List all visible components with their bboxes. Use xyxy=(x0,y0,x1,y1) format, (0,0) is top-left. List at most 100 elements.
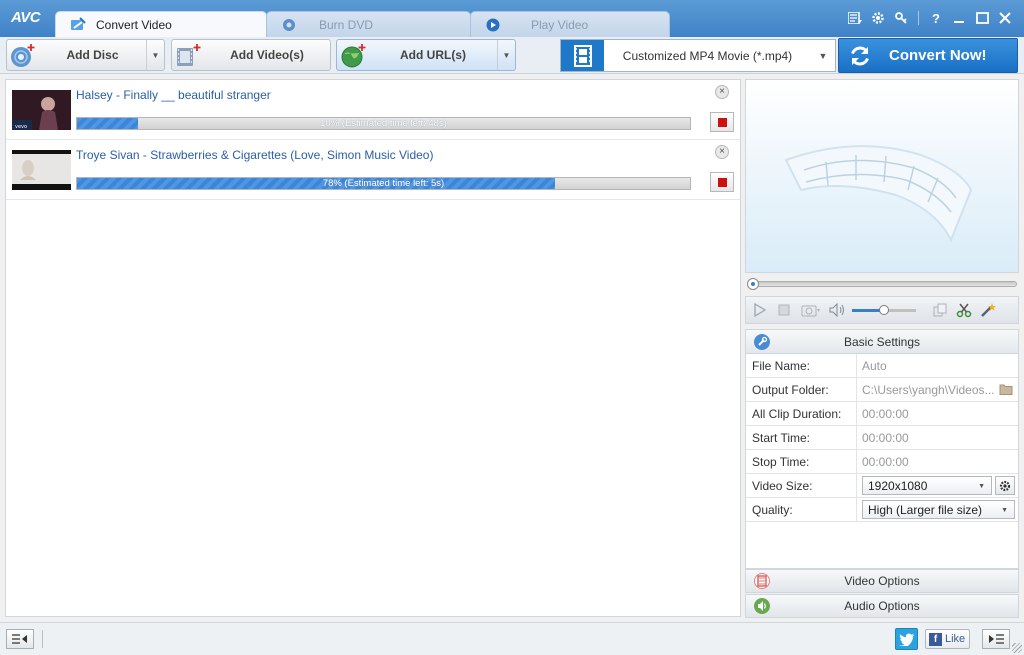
setting-row-file-name: File Name: Auto xyxy=(746,354,1018,378)
volume-handle[interactable] xyxy=(879,305,889,315)
add-url-button[interactable]: Add URL(s) ▼ xyxy=(336,39,516,71)
wrench-icon xyxy=(754,334,770,350)
progress-bar: 78% (Estimated time left: 5s) xyxy=(76,177,691,190)
setting-value: 00:00:00 xyxy=(862,454,909,469)
collapse-right-icon xyxy=(989,634,1004,644)
camera-icon[interactable] xyxy=(796,298,826,322)
tab-convert-video[interactable]: Convert Video xyxy=(55,11,267,37)
setting-row-start-time: Start Time: 00:00:00 xyxy=(746,426,1018,450)
key-icon[interactable] xyxy=(892,9,910,27)
file-name-field[interactable]: Auto xyxy=(857,354,1018,377)
tab-burn-dvd[interactable]: Burn DVD xyxy=(266,11,471,37)
setting-value: Auto xyxy=(862,358,887,373)
chevron-down-icon[interactable]: ▼ xyxy=(146,40,164,70)
basic-settings-header[interactable]: Basic Settings xyxy=(746,330,1018,354)
help-icon[interactable]: ? xyxy=(927,9,945,27)
video-options-header[interactable]: Video Options xyxy=(745,569,1019,593)
setting-label: Quality: xyxy=(746,498,857,521)
clip-duration-value: 00:00:00 xyxy=(857,402,1018,425)
like-label: Like xyxy=(945,633,966,645)
volume-slider[interactable] xyxy=(852,298,918,322)
gear-icon[interactable] xyxy=(869,9,887,27)
refresh-icon xyxy=(839,44,881,68)
globe-icon xyxy=(337,40,369,70)
audio-options-title: Audio Options xyxy=(844,599,920,613)
gear-icon xyxy=(999,480,1011,491)
film-icon xyxy=(561,40,604,71)
seek-bar[interactable] xyxy=(745,278,1019,290)
facebook-like-button[interactable]: f Like xyxy=(925,629,970,649)
add-videos-button[interactable]: Add Video(s) xyxy=(171,39,331,71)
chevron-down-icon[interactable]: ▼ xyxy=(811,51,835,61)
stop-time-field[interactable]: 00:00:00 xyxy=(857,450,1018,473)
title-bar: AVC Convert Video Burn DVD Play Video ? xyxy=(0,0,1024,37)
speaker-icon xyxy=(754,598,770,614)
scissors-icon[interactable] xyxy=(952,298,976,322)
setting-row-clip-duration: All Clip Duration: 00:00:00 xyxy=(746,402,1018,426)
video-size-select[interactable]: 1920x1080 ▼ xyxy=(862,476,992,495)
output-format-select[interactable]: Customized MP4 Movie (*.mp4) ▼ xyxy=(560,39,836,72)
video-size-settings-button[interactable] xyxy=(995,476,1015,495)
setting-row-output-folder: Output Folder: C:\Users\yangh\Videos... xyxy=(746,378,1018,402)
progress-text: 10% (Estimated time left: 48s) xyxy=(320,118,447,129)
video-thumbnail: vevo xyxy=(12,90,71,130)
tab-play-video[interactable]: Play Video xyxy=(470,11,670,37)
chevron-down-icon[interactable]: ▼ xyxy=(497,40,515,70)
stop-button[interactable] xyxy=(710,112,734,132)
setting-value: 1920x1080 xyxy=(868,478,928,493)
setting-label: Video Size: xyxy=(746,474,857,497)
quality-cell: High (Larger file size) ▼ xyxy=(857,498,1018,521)
seek-handle[interactable] xyxy=(747,278,759,290)
play-icon[interactable] xyxy=(748,298,772,322)
list-item[interactable]: vevo Halsey - Finally __ beautiful stran… xyxy=(6,80,740,140)
magic-wand-icon[interactable] xyxy=(976,298,1000,322)
minimize-icon[interactable] xyxy=(950,9,968,27)
convert-now-button[interactable]: Convert Now! xyxy=(838,38,1018,73)
setting-value: High (Larger file size) xyxy=(868,502,983,517)
app-logo: AVC xyxy=(11,9,41,26)
start-time-field[interactable]: 00:00:00 xyxy=(857,426,1018,449)
collapse-left-panel-button[interactable] xyxy=(6,629,34,649)
player-controls xyxy=(745,296,1019,324)
video-options-icon xyxy=(754,573,770,589)
facebook-icon: f xyxy=(929,632,942,646)
quality-select[interactable]: High (Larger file size) ▼ xyxy=(862,500,1015,519)
copy-icon[interactable] xyxy=(928,298,952,322)
remove-icon[interactable]: × xyxy=(715,145,729,159)
twitter-icon[interactable] xyxy=(895,628,918,650)
stop-icon xyxy=(717,117,727,127)
film-strip-icon xyxy=(784,145,973,243)
add-url-label: Add URL(s) xyxy=(400,48,466,62)
tab-label: Play Video xyxy=(531,17,589,32)
separator xyxy=(918,11,919,25)
setting-label: Stop Time: xyxy=(746,450,857,473)
stop-icon xyxy=(717,177,727,187)
chevron-down-icon: ▼ xyxy=(978,483,985,490)
setting-value: 00:00:00 xyxy=(862,406,909,421)
tab-label: Convert Video xyxy=(96,17,172,32)
output-folder-field[interactable]: C:\Users\yangh\Videos... xyxy=(857,378,1018,401)
add-disc-button[interactable]: Add Disc ▼ xyxy=(6,39,165,71)
play-icon xyxy=(485,17,501,33)
audio-options-header[interactable]: Audio Options xyxy=(745,594,1019,618)
stop-button[interactable] xyxy=(710,172,734,192)
add-disc-label: Add Disc xyxy=(66,48,119,62)
progress-text: 78% (Estimated time left: 5s) xyxy=(322,178,445,189)
file-title: Troye Sivan - Strawberries & Cigarettes … xyxy=(76,148,434,162)
separator xyxy=(42,630,43,648)
setting-value: 00:00:00 xyxy=(862,430,909,445)
collapse-left-icon xyxy=(12,634,27,644)
resize-grip-icon[interactable] xyxy=(1012,643,1022,653)
close-icon[interactable] xyxy=(996,9,1014,27)
setting-label: Start Time: xyxy=(746,426,857,449)
stop-icon[interactable] xyxy=(772,298,796,322)
window-controls: ? xyxy=(846,9,1014,27)
folder-icon[interactable] xyxy=(999,383,1013,398)
remove-icon[interactable]: × xyxy=(715,85,729,99)
collapse-right-panel-button[interactable] xyxy=(982,629,1010,649)
list-item[interactable]: Troye Sivan - Strawberries & Cigarettes … xyxy=(6,140,740,200)
volume-icon[interactable] xyxy=(826,298,850,322)
menu-icon[interactable] xyxy=(846,9,864,27)
maximize-icon[interactable] xyxy=(973,9,991,27)
add-video-icon xyxy=(172,40,204,70)
